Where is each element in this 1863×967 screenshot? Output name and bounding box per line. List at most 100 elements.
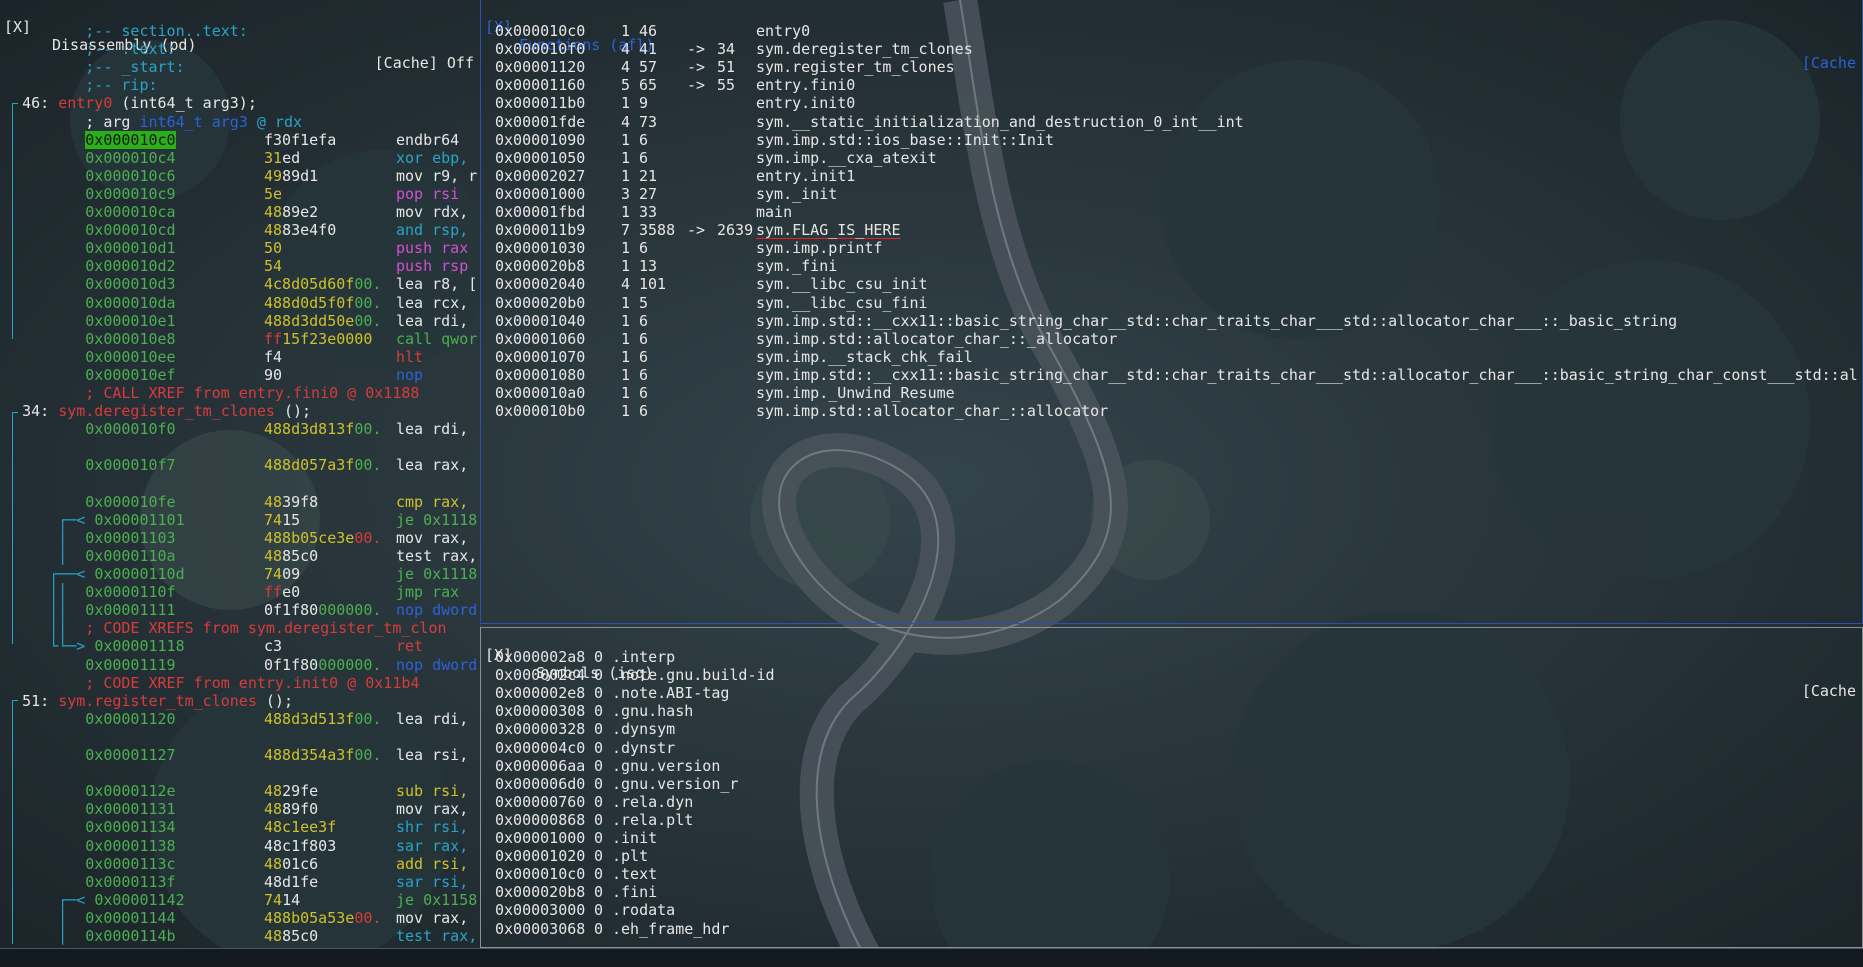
function-name[interactable]: sym.imp._Unwind_Resume	[756, 384, 955, 402]
instruction-address[interactable]: 0x000010c6	[85, 167, 175, 185]
symbol-name[interactable]: .gnu.hash	[612, 702, 693, 720]
instruction-address[interactable]: 0x00001118	[94, 637, 184, 655]
symbol-name[interactable]: .note.gnu.build-id	[612, 666, 775, 684]
comment-row[interactable]: ; CALL XREF from entry.fini0 @ 0x1188	[4, 384, 478, 402]
function-row[interactable]: 0x000010b0 1 6 sym.imp.std::allocator_char_…	[495, 402, 1860, 420]
comment-row[interactable]	[4, 728, 478, 746]
instruction-row[interactable]: 0x000010f0 488d3d813f00. lea rdi,	[4, 420, 478, 438]
function-name[interactable]: entry.init0	[756, 94, 855, 112]
symbol-name[interactable]: .rodata	[612, 901, 675, 919]
symbol-name[interactable]: .dynstr	[612, 739, 675, 757]
symbol-row[interactable]: 0x000002a8 0 .interp	[495, 648, 1860, 666]
instruction-address[interactable]: 0x00001127	[85, 746, 175, 764]
symbol-row[interactable]: 0x000002c4 0 .note.gnu.build-id	[495, 666, 1860, 684]
function-row[interactable]: 0x00001060 1 6 sym.imp.std::allocator_char_…	[495, 330, 1860, 348]
instruction-address[interactable]: 0x00001101	[94, 511, 184, 529]
instruction-address[interactable]: 0x000010f7	[85, 456, 175, 474]
instruction-row[interactable]: 0x000010cd 4883e4f0 and rsp,	[4, 221, 478, 239]
function-name[interactable]: sym.imp.std::ios_base::Init::Init	[756, 131, 1054, 149]
symbol-row[interactable]: 0x00001000 0 .init	[495, 829, 1860, 847]
comment-row[interactable]: ; CODE XREF from entry.init0 @ 0x11b4	[4, 674, 478, 692]
function-row[interactable]: 0x000010c0 1 46 entry0	[495, 22, 1860, 40]
instruction-address[interactable]: 0x00001138	[85, 837, 175, 855]
comment-row[interactable]: ;-- rip:	[4, 76, 478, 94]
symbol-name[interactable]: .note.ABI-tag	[612, 684, 729, 702]
function-row[interactable]: 0x000010a0 1 6 sym.imp._Unwind_Resume	[495, 384, 1860, 402]
function-name[interactable]: sym.imp.printf	[756, 239, 882, 257]
function-row[interactable]: 0x00001030 1 6 sym.imp.printf	[495, 239, 1860, 257]
function-name[interactable]: sym.imp.__stack_chk_fail	[756, 348, 973, 366]
symbol-row[interactable]: 0x000006aa 0 .gnu.version	[495, 757, 1860, 775]
instruction-row[interactable]: │ 0x0000110a 4885c0 test rax,	[4, 547, 478, 565]
comment-row[interactable]: ;-- _start:	[4, 58, 478, 76]
instruction-address[interactable]: 0x000010d1	[85, 239, 175, 257]
instruction-row[interactable]: 0x000010d3 4c8d05d60f00. lea r8, [	[4, 275, 478, 293]
symbol-row[interactable]: 0x000020b8 0 .fini	[495, 883, 1860, 901]
function-name[interactable]: sym._init	[756, 185, 837, 203]
function-row[interactable]: 0x00001000 3 27 sym._init	[495, 185, 1860, 203]
instruction-address[interactable]: 0x00001120	[85, 710, 175, 728]
function-name[interactable]: sym.__libc_csu_init	[756, 275, 928, 293]
function-row[interactable]: 0x00001120 4 57 -> 51 sym.register_tm_clones	[495, 58, 1860, 76]
instruction-row[interactable]: 0x000010fe 4839f8 cmp rax,	[4, 493, 478, 511]
instruction-address[interactable]: 0x0000110f	[85, 583, 175, 601]
symbol-row[interactable]: 0x000002e8 0 .note.ABI-tag	[495, 684, 1860, 702]
instruction-row[interactable]: 0x000010ef 90 nop	[4, 366, 478, 384]
symbol-name[interactable]: .rela.plt	[612, 811, 693, 829]
instruction-row[interactable]: 0x00001131 4889f0 mov rax,	[4, 800, 478, 818]
function-name[interactable]: sym.imp.std::allocator_char_::_allocator	[756, 330, 1117, 348]
function-name[interactable]: sym._fini	[756, 257, 837, 275]
instruction-address[interactable]: 0x000010da	[85, 294, 175, 312]
symbol-row[interactable]: 0x00000868 0 .rela.plt	[495, 811, 1860, 829]
symbol-row[interactable]: 0x000004c0 0 .dynstr	[495, 739, 1860, 757]
instruction-address[interactable]: 0x00001131	[85, 800, 175, 818]
instruction-row[interactable]: 0x000010c9 5e pop rsi	[4, 185, 478, 203]
function-row[interactable]: 0x00001040 1 6 sym.imp.std::__cxx11::basic_…	[495, 312, 1860, 330]
instruction-address[interactable]: 0x000010cd	[85, 221, 175, 239]
comment-row[interactable]	[4, 475, 478, 493]
symbol-name[interactable]: .gnu.version	[612, 757, 720, 775]
instruction-row[interactable]: 0x000010e8 ff15f23e0000 call qwor	[4, 330, 478, 348]
symbol-name[interactable]: .gnu.version_r	[612, 775, 738, 793]
symbol-name[interactable]: .text	[612, 865, 657, 883]
instruction-address[interactable]: 0x000010e8	[85, 330, 175, 348]
function-row[interactable]: 0x00001160 5 65 -> 55 entry.fini0	[495, 76, 1860, 94]
instruction-address[interactable]: 0x00001111	[85, 601, 175, 619]
comment-row[interactable]: 51: sym.register_tm_clones ();	[4, 692, 478, 710]
symbol-row[interactable]: 0x00001020 0 .plt	[495, 847, 1860, 865]
function-row[interactable]: 0x00001fbd 1 33 main	[495, 203, 1860, 221]
instruction-row[interactable]: 0x000010ca 4889e2 mov rdx,	[4, 203, 478, 221]
symbol-name[interactable]: .init	[612, 829, 657, 847]
function-row[interactable]: 0x000020b8 1 13 sym._fini	[495, 257, 1860, 275]
instruction-row[interactable]: 0x00001119 0f1f80000000. nop dword	[4, 656, 478, 674]
function-row[interactable]: 0x000010f0 4 41 -> 34 sym.deregister_tm_clone…	[495, 40, 1860, 58]
function-row[interactable]: 0x00001050 1 6 sym.imp.__cxa_atexit	[495, 149, 1860, 167]
instruction-address[interactable]: 0x0000113c	[85, 855, 175, 873]
instruction-address[interactable]: 0x000010d3	[85, 275, 175, 293]
instruction-address[interactable]: 0x00001144	[85, 909, 175, 927]
symbol-row[interactable]: 0x00000328 0 .dynsym	[495, 720, 1860, 738]
instruction-address[interactable]: 0x0000114b	[85, 927, 175, 945]
instruction-row[interactable]: 0x00001134 48c1ee3f shr rsi,	[4, 818, 478, 836]
function-name[interactable]: sym.FLAG_IS_HERE	[756, 221, 901, 239]
instruction-address[interactable]: 0x00001142	[94, 891, 184, 909]
instruction-address[interactable]: 0x0000112e	[85, 782, 175, 800]
symbol-row[interactable]: 0x00003068 0 .eh_frame_hdr	[495, 920, 1860, 938]
instruction-row[interactable]: 0x000010ee f4 hlt	[4, 348, 478, 366]
symbol-name[interactable]: .plt	[612, 847, 648, 865]
function-name[interactable]: sym.register_tm_clones	[756, 58, 955, 76]
symbols-panel[interactable]: [X] Symbols (isq) [Cache 0x000002a8 0 .int…	[480, 627, 1863, 948]
comment-row[interactable]: ; arg int64_t arg3 @ rdx	[4, 113, 478, 131]
symbol-name[interactable]: .fini	[612, 883, 657, 901]
instruction-row[interactable]: │ 0x00001103 488b05ce3e00. mov rax,	[4, 529, 478, 547]
function-row[interactable]: 0x00002027 1 21 entry.init1	[495, 167, 1860, 185]
instruction-address[interactable]: 0x000010f0	[85, 420, 175, 438]
function-row[interactable]: 0x00002040 4 101 sym.__libc_csu_init	[495, 275, 1860, 293]
comment-row[interactable]: 34: sym.deregister_tm_clones ();	[4, 402, 478, 420]
function-name[interactable]: sym.__libc_csu_fini	[756, 294, 928, 312]
function-name[interactable]: sym.imp.__cxa_atexit	[756, 149, 937, 167]
instruction-row[interactable]: ┌─< 0x00001142 7414 je 0x1158	[4, 891, 478, 909]
instruction-address[interactable]: 0x000010ca	[85, 203, 175, 221]
function-row[interactable]: 0x00001090 1 6 sym.imp.std::ios_base::Init:…	[495, 131, 1860, 149]
instruction-address[interactable]: 0x000010ef	[85, 366, 175, 384]
